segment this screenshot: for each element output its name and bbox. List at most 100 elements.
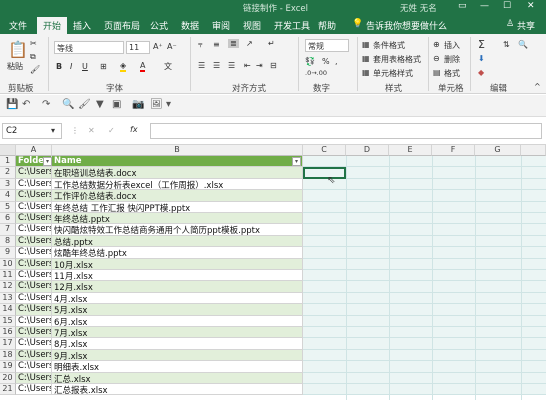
cell-file-name[interactable]: 12月.xlsx bbox=[52, 281, 303, 293]
cell-file-name[interactable]: 汇总.xlsx bbox=[52, 372, 303, 385]
cell-folder-path[interactable]: C:\Users\Pr bbox=[16, 315, 52, 327]
print-preview-icon[interactable]: 🔍 bbox=[62, 99, 74, 110]
align-right-icon[interactable]: ☰ bbox=[228, 61, 235, 70]
cell-file-name[interactable]: 炫酷年终总结.pptx bbox=[52, 247, 303, 259]
row-header[interactable]: 10 bbox=[0, 258, 16, 270]
column-header-G[interactable]: G bbox=[475, 145, 521, 156]
camera-icon[interactable]: 📷 bbox=[132, 99, 144, 110]
tab-review[interactable]: 审阅 bbox=[212, 19, 230, 32]
delete-cells-button[interactable]: 删除 bbox=[444, 54, 460, 65]
cell-folder-path[interactable]: C:\Users\Pr bbox=[16, 338, 52, 350]
minimize-icon[interactable]: — bbox=[480, 1, 489, 11]
border-icon[interactable]: ⊞ bbox=[100, 62, 107, 71]
filter-dropdown-icon[interactable]: ▾ bbox=[43, 157, 52, 166]
cell-file-name[interactable]: 年终总结 工作汇报 快闪PPT模.pptx bbox=[52, 201, 303, 214]
cell-file-name[interactable]: 9月.xlsx bbox=[52, 349, 303, 362]
cell-file-name[interactable]: 7月.xlsx bbox=[52, 327, 303, 339]
formula-input[interactable] bbox=[150, 123, 542, 139]
close-icon[interactable]: ✕ bbox=[527, 1, 535, 11]
row-header[interactable]: 11 bbox=[0, 270, 16, 282]
tell-me-search[interactable]: 告诉我你想要做什么 bbox=[366, 19, 447, 32]
row-header[interactable]: 16 bbox=[0, 327, 16, 339]
align-left-icon[interactable]: ☰ bbox=[198, 61, 205, 70]
row-header[interactable]: 2 bbox=[0, 167, 16, 179]
format-icon[interactable]: ▤ bbox=[433, 68, 441, 77]
maximize-icon[interactable]: ☐ bbox=[503, 1, 511, 11]
indent-icon[interactable]: ⇤ bbox=[244, 61, 251, 70]
cut-icon[interactable]: ✂ bbox=[30, 39, 37, 48]
row-header[interactable]: 8 bbox=[0, 235, 16, 248]
cell-folder-path[interactable]: C:\Users\Pr bbox=[16, 247, 52, 259]
row-header[interactable]: 21 bbox=[0, 384, 16, 396]
row-header[interactable]: 15 bbox=[0, 315, 16, 327]
redo-icon[interactable]: ↷ bbox=[42, 99, 50, 110]
bold-icon[interactable]: B bbox=[56, 62, 62, 71]
column-header-A[interactable]: A bbox=[16, 145, 52, 156]
cell-styles-button[interactable]: 单元格样式 bbox=[373, 68, 413, 79]
row-header[interactable]: 12 bbox=[0, 281, 16, 293]
enter-icon[interactable]: ✓ bbox=[108, 126, 115, 135]
row-header[interactable]: 20 bbox=[0, 372, 16, 384]
cell-folder-path[interactable]: C:\Users\Pr bbox=[16, 178, 52, 191]
row-header[interactable]: 9 bbox=[0, 247, 16, 259]
row-header[interactable]: 5 bbox=[0, 201, 16, 213]
cell-file-name[interactable]: 10月.xlsx bbox=[52, 258, 303, 271]
format-painter-icon[interactable]: 🖌 bbox=[30, 65, 40, 74]
more-icon[interactable]: ⋮ bbox=[71, 126, 79, 135]
table-format-button[interactable]: 套用表格格式 bbox=[373, 54, 421, 65]
find-select-icon[interactable]: 🔍 bbox=[518, 40, 528, 49]
format-cells-button[interactable]: 格式 bbox=[444, 68, 460, 79]
wrap-text-icon[interactable]: ↵ bbox=[268, 39, 275, 48]
cell-file-name[interactable]: 快闪酷炫特效工作总结商务通用个人简历ppt模板.pptx bbox=[52, 224, 303, 236]
cell-file-name[interactable]: 工作总结数据分析表excel（工作周报）.xlsx bbox=[52, 178, 303, 191]
paste-icon[interactable]: 📋 bbox=[8, 40, 28, 59]
table-format-icon[interactable]: ▦ bbox=[362, 54, 370, 63]
cell-file-name[interactable]: 4月.xlsx bbox=[52, 292, 303, 305]
format-painter-icon[interactable]: 🖌 bbox=[78, 99, 91, 110]
cell-folder-path[interactable]: C:\Users\Pr bbox=[16, 224, 52, 236]
insert-function-icon[interactable]: fx bbox=[130, 125, 138, 134]
font-name-combo[interactable]: 等线 bbox=[54, 41, 124, 54]
cell-file-name[interactable]: 在职培训总结表.docx bbox=[52, 167, 303, 179]
row-header[interactable]: 17 bbox=[0, 338, 16, 350]
cancel-icon[interactable]: ✕ bbox=[88, 126, 95, 135]
row-header[interactable]: 6 bbox=[0, 213, 16, 225]
tab-insert[interactable]: 插入 bbox=[73, 19, 91, 32]
cell-folder-path[interactable]: C:\Users\Pr bbox=[16, 281, 52, 293]
align-middle-icon[interactable]: ≡ bbox=[213, 40, 220, 49]
tab-page-layout[interactable]: 页面布局 bbox=[104, 19, 140, 32]
cell-folder-path[interactable]: C:\Users\Pr bbox=[16, 327, 52, 339]
insert-cells-button[interactable]: 插入 bbox=[444, 40, 460, 51]
merge-icon[interactable]: ⊟ bbox=[270, 61, 277, 70]
sort-filter-icon[interactable]: ⇅ bbox=[503, 40, 510, 49]
tab-file[interactable]: 文件 bbox=[9, 19, 27, 32]
select-all-corner[interactable] bbox=[0, 145, 16, 156]
column-header-B[interactable]: B bbox=[52, 145, 303, 156]
clear-icon[interactable]: ◆ bbox=[478, 68, 484, 77]
tab-formulas[interactable]: 公式 bbox=[150, 19, 168, 32]
cell-file-name[interactable]: 11月.xlsx bbox=[52, 270, 303, 282]
conditional-format-icon[interactable]: ▦ bbox=[362, 40, 370, 49]
align-top-icon[interactable]: ⫧ bbox=[198, 40, 203, 50]
selected-cell[interactable] bbox=[303, 167, 346, 179]
number-format-combo[interactable]: 常规 bbox=[305, 39, 349, 52]
cell-folder-path[interactable]: C:\Users\Pr bbox=[16, 304, 52, 316]
paste-button[interactable]: 粘贴 bbox=[7, 61, 23, 72]
namebox-dropdown-icon[interactable]: ▾ bbox=[51, 126, 55, 135]
tab-home[interactable]: 开始 bbox=[37, 17, 68, 34]
increase-decimal-icon[interactable]: .0→.00 bbox=[305, 69, 327, 77]
shrink-font-icon[interactable]: A⁻ bbox=[167, 42, 177, 51]
filter-icon[interactable]: ▼ bbox=[96, 99, 104, 110]
percent-icon[interactable]: % bbox=[322, 57, 330, 66]
cell-file-name[interactable]: 明细表.xlsx bbox=[52, 361, 303, 373]
fill-icon[interactable]: ⬇ bbox=[478, 54, 485, 63]
cell-folder-path[interactable]: C:\Users\Pr bbox=[16, 201, 52, 213]
filter-dropdown-icon[interactable]: ▾ bbox=[292, 157, 301, 166]
collapse-ribbon-icon[interactable]: ^ bbox=[534, 82, 541, 91]
cell-folder-path[interactable]: C:\Users\Pr bbox=[16, 292, 52, 305]
table-header-name[interactable]: Name bbox=[52, 156, 303, 168]
customize-qat-icon[interactable]: ▾ bbox=[166, 99, 171, 110]
cell-folder-path[interactable]: C:\Users\Pr bbox=[16, 372, 52, 384]
row-header[interactable]: 4 bbox=[0, 190, 16, 202]
cell-file-name[interactable]: 汇总报表.xlsx bbox=[52, 384, 303, 396]
